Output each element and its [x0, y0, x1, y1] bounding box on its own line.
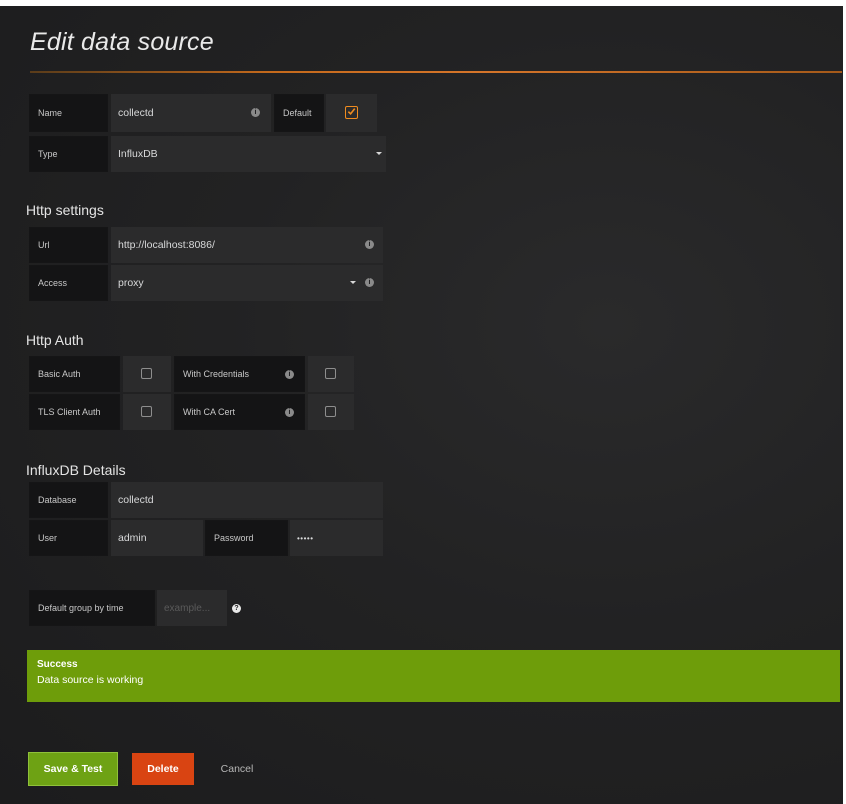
database-value: collectd: [118, 494, 154, 506]
caret-down-icon: [350, 281, 356, 284]
alert-message: Data source is working: [37, 674, 144, 686]
user-label-box: User: [29, 520, 108, 556]
database-label-box: Database: [29, 482, 108, 518]
access-value: proxy: [118, 277, 144, 289]
page-title: Edit data source: [30, 28, 214, 56]
with-credentials-label-box: With Credentials i: [174, 356, 305, 392]
type-label-box: Type: [29, 136, 108, 172]
url-input[interactable]: http://localhost:8086/ i: [111, 227, 383, 263]
name-input[interactable]: collectd i: [111, 94, 271, 132]
group-by-label: Default group by time: [38, 603, 124, 613]
url-info-icon[interactable]: i: [365, 240, 374, 249]
basic-auth-label: Basic Auth: [38, 369, 81, 379]
group-by-label-box: Default group by time: [29, 590, 155, 626]
success-alert: Success Data source is working: [27, 650, 840, 702]
with-ca-cert-label-box: With CA Cert i: [174, 394, 305, 430]
http-auth-heading: Http Auth: [26, 332, 84, 348]
access-info-icon[interactable]: i: [365, 278, 374, 287]
http-settings-heading: Http settings: [26, 202, 104, 218]
basic-auth-checkbox-box[interactable]: [123, 356, 171, 392]
url-label: Url: [38, 240, 50, 250]
database-label: Database: [38, 495, 77, 505]
with-credentials-label: With Credentials: [183, 369, 250, 379]
password-label: Password: [214, 533, 254, 543]
datasource-panel: Edit data source Name collectd i Default…: [0, 6, 843, 804]
default-label-box: Default: [274, 94, 324, 132]
basic-auth-checkbox[interactable]: [141, 368, 152, 379]
alert-title: Success: [37, 659, 78, 670]
type-select[interactable]: InfluxDB: [111, 136, 386, 172]
tls-client-auth-checkbox-box[interactable]: [123, 394, 171, 430]
tls-client-auth-label: TLS Client Auth: [38, 407, 101, 417]
with-credentials-checkbox[interactable]: [325, 368, 336, 379]
access-label: Access: [38, 278, 68, 288]
type-label: Type: [38, 149, 58, 159]
type-value: InfluxDB: [118, 148, 158, 160]
name-label: Name: [38, 108, 63, 118]
group-by-placeholder: example...: [164, 602, 211, 614]
caret-down-icon: [376, 152, 382, 155]
group-by-input[interactable]: example...: [157, 590, 227, 626]
group-by-help-icon[interactable]: ?: [232, 604, 241, 613]
name-info-icon[interactable]: i: [251, 108, 260, 117]
url-value: http://localhost:8086/: [118, 239, 215, 251]
basic-auth-label-box: Basic Auth: [29, 356, 120, 392]
name-label-box: Name: [29, 94, 108, 132]
name-value: collectd: [118, 107, 154, 119]
default-label: Default: [283, 108, 312, 118]
access-select[interactable]: proxy i: [111, 265, 383, 301]
delete-button[interactable]: Delete: [132, 753, 194, 785]
save-test-button[interactable]: Save & Test: [28, 752, 118, 786]
with-ca-cert-checkbox[interactable]: [325, 406, 336, 417]
influxdb-details-heading: InfluxDB Details: [26, 462, 126, 478]
default-checkbox-box[interactable]: [326, 94, 377, 132]
with-ca-cert-info-icon[interactable]: i: [285, 408, 294, 417]
checkmark-icon: [347, 108, 356, 116]
with-credentials-info-icon[interactable]: i: [285, 370, 294, 379]
password-value: •••••: [297, 533, 314, 543]
with-ca-cert-label: With CA Cert: [183, 407, 236, 417]
database-input[interactable]: collectd: [111, 482, 383, 518]
user-label: User: [38, 533, 58, 543]
title-divider: [30, 71, 842, 73]
access-label-box: Access: [29, 265, 108, 301]
password-label-box: Password: [205, 520, 288, 556]
with-ca-cert-checkbox-box[interactable]: [308, 394, 354, 430]
tls-client-auth-checkbox[interactable]: [141, 406, 152, 417]
user-input[interactable]: admin: [111, 520, 203, 556]
user-value: admin: [118, 532, 147, 544]
tls-client-auth-label-box: TLS Client Auth: [29, 394, 120, 430]
with-credentials-checkbox-box[interactable]: [308, 356, 354, 392]
cancel-button[interactable]: Cancel: [212, 753, 262, 785]
password-input[interactable]: •••••: [290, 520, 383, 556]
default-checkbox[interactable]: [345, 106, 358, 119]
url-label-box: Url: [29, 227, 108, 263]
page-frame: Edit data source Name collectd i Default…: [0, 0, 846, 804]
